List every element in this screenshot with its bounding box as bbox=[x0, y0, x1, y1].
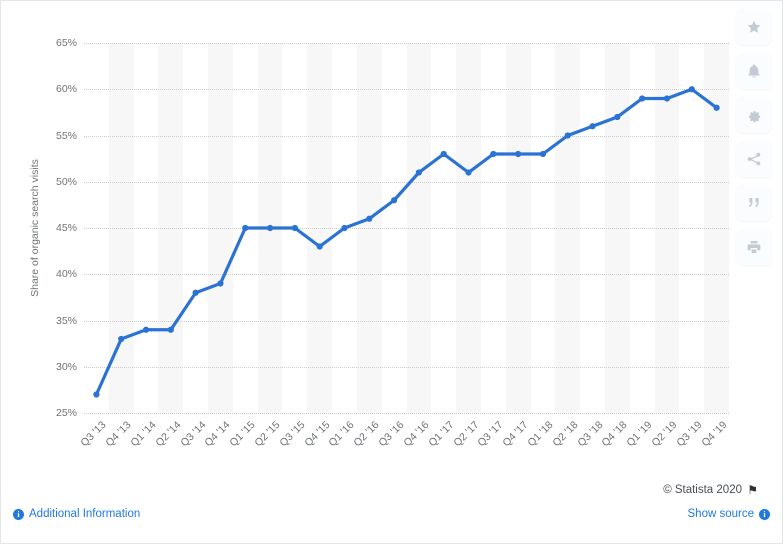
data-point[interactable] bbox=[142, 326, 150, 333]
chart-container: Share of organic search visits 65% 60% 55%… bbox=[1, 1, 736, 471]
settings-gear-icon bbox=[746, 107, 762, 123]
citation-quote-icon bbox=[746, 195, 762, 211]
y-axis-tick-labels: 65% 60% 55% 50% 45% 40% 35% 30% 25% bbox=[1, 37, 77, 419]
data-point[interactable] bbox=[217, 280, 224, 287]
source-info-icon: i bbox=[759, 508, 770, 520]
data-point[interactable] bbox=[614, 113, 621, 121]
data-point[interactable] bbox=[639, 95, 646, 102]
data-point[interactable] bbox=[167, 326, 174, 333]
share-icon bbox=[746, 151, 762, 167]
print-button[interactable] bbox=[736, 229, 772, 265]
y-axis-tick: 40% bbox=[55, 268, 77, 281]
data-point[interactable] bbox=[663, 95, 671, 102]
data-point[interactable] bbox=[490, 150, 497, 158]
y-axis-tick: 35% bbox=[55, 314, 77, 327]
data-point[interactable] bbox=[291, 224, 298, 232]
data-point[interactable] bbox=[515, 150, 522, 158]
y-axis-tick: 65% bbox=[55, 37, 77, 49]
data-point[interactable] bbox=[688, 86, 695, 93]
share-button[interactable] bbox=[736, 141, 772, 177]
data-point[interactable] bbox=[366, 215, 373, 222]
data-point[interactable] bbox=[440, 150, 447, 158]
plot-area bbox=[84, 43, 729, 414]
data-point[interactable] bbox=[118, 335, 125, 343]
gridline bbox=[84, 413, 729, 414]
citation-quote-button[interactable] bbox=[736, 185, 772, 221]
y-axis-tick: 30% bbox=[55, 360, 77, 373]
show-source-label: Show source bbox=[687, 508, 754, 520]
settings-gear-button[interactable] bbox=[736, 97, 772, 133]
chart-footer: © Statista 2020 ⚑ i Additional Informati… bbox=[1, 471, 782, 543]
y-axis-tick: 45% bbox=[55, 222, 77, 234]
additional-information-label: Additional Information bbox=[29, 508, 141, 520]
data-point[interactable] bbox=[713, 104, 720, 111]
data-point[interactable] bbox=[93, 391, 100, 398]
print-icon bbox=[746, 239, 762, 255]
statista-chart-widget: Share of organic search visits 65% 60% 55%… bbox=[0, 0, 783, 544]
data-point[interactable] bbox=[341, 224, 348, 232]
info-icon: i bbox=[13, 508, 24, 520]
data-point[interactable] bbox=[391, 197, 398, 204]
data-point[interactable] bbox=[465, 169, 472, 176]
notification-bell-icon bbox=[746, 63, 762, 79]
favorite-star-icon bbox=[746, 19, 762, 35]
favorite-star-button[interactable] bbox=[736, 9, 772, 45]
data-point[interactable] bbox=[242, 224, 249, 232]
data-point[interactable] bbox=[316, 243, 323, 250]
y-axis-tick: 55% bbox=[55, 129, 77, 142]
line-series bbox=[93, 86, 720, 398]
data-point[interactable] bbox=[266, 224, 274, 232]
y-axis-tick: 25% bbox=[55, 407, 77, 419]
data-point[interactable] bbox=[589, 123, 596, 130]
notification-bell-button[interactable] bbox=[736, 53, 772, 89]
data-point[interactable] bbox=[539, 150, 547, 158]
x-axis-tick-labels: Q3 '13 Q4 '13 Q1 '14 Q2 '14 Q3 '14 Q4 '14 Q1 '… bbox=[79, 415, 729, 471]
data-point[interactable] bbox=[192, 289, 199, 296]
data-point[interactable] bbox=[564, 132, 571, 139]
y-axis-tick: 50% bbox=[55, 175, 77, 188]
action-icon-rail bbox=[736, 9, 776, 265]
additional-information-link[interactable]: i Additional Information bbox=[13, 508, 140, 520]
report-flag-icon[interactable]: ⚑ bbox=[747, 484, 758, 496]
data-point[interactable] bbox=[415, 169, 422, 176]
show-source-link[interactable]: Show source i bbox=[688, 508, 770, 520]
y-axis-tick: 60% bbox=[55, 83, 77, 96]
copyright-text: © Statista 2020 bbox=[663, 484, 742, 496]
